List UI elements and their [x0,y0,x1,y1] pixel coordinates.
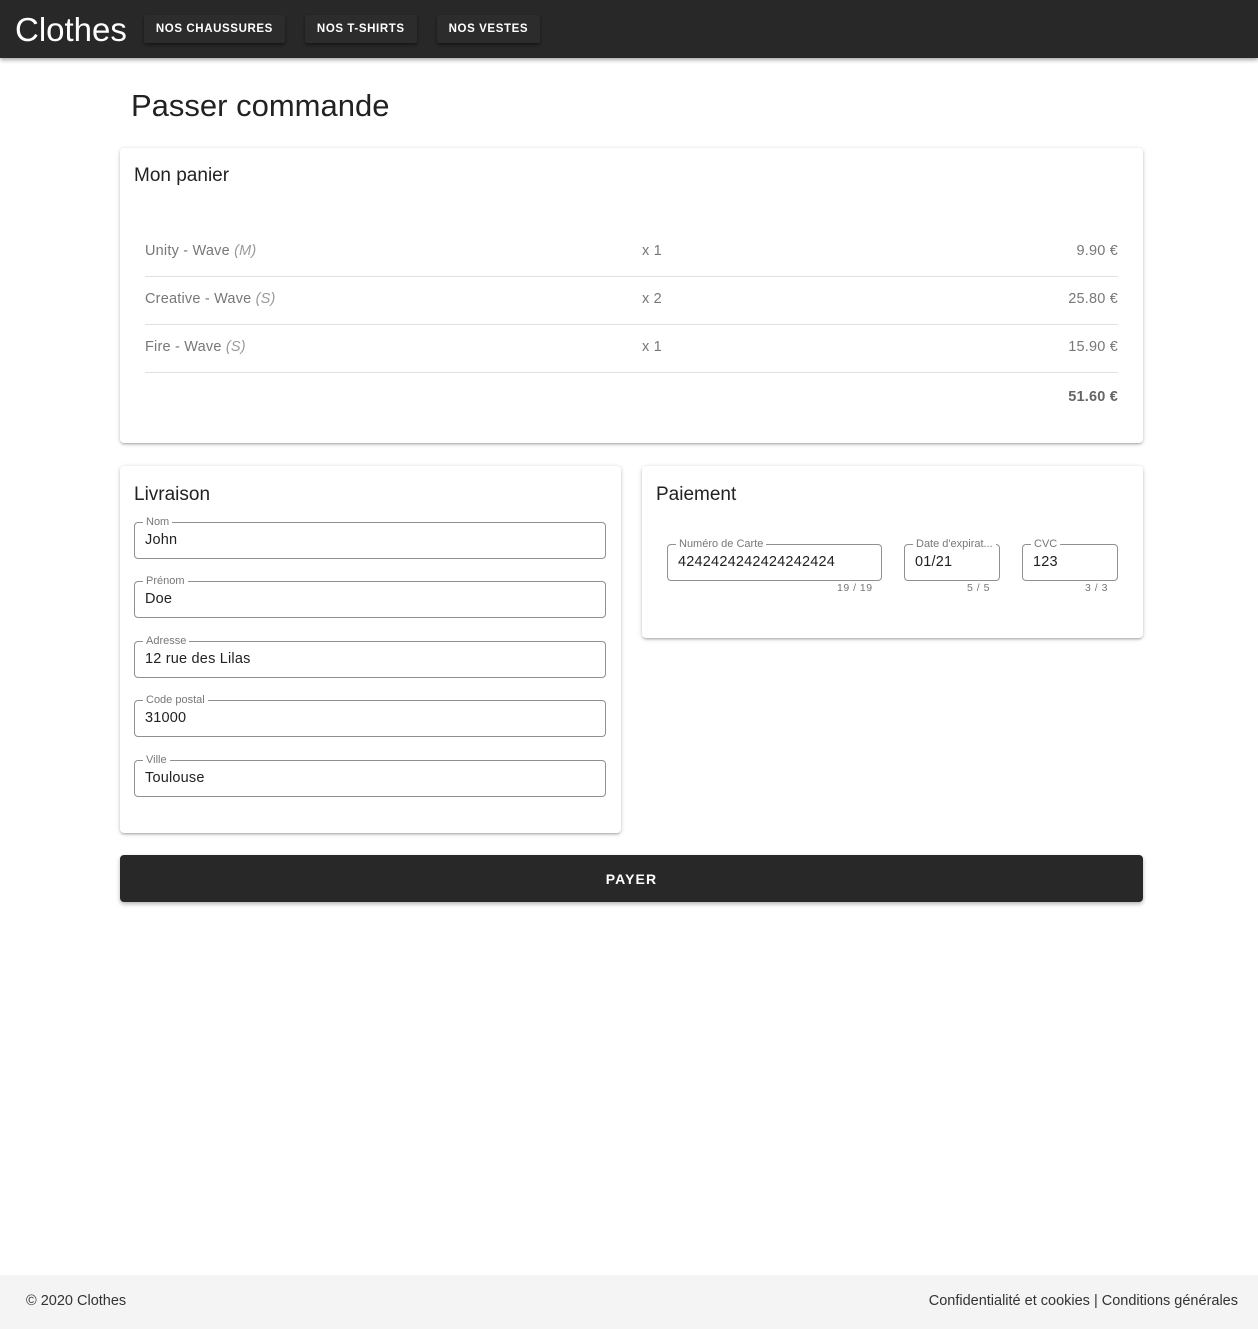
privacy-link[interactable]: Confidentialité et cookies [929,1293,1090,1309]
item-name: Fire - Wave (S) [145,339,246,355]
expiry-date-field[interactable]: Date d'expirat... 01/21 [904,537,1000,581]
field-value[interactable]: 01/21 [915,554,952,570]
field-label: Prénom [143,574,188,588]
cart-card: Mon panier Unity - Wave (M) x 1 9.90 € C… [120,148,1143,443]
payment-title: Paiement [656,484,737,505]
card-number-field[interactable]: Numéro de Carte 4242424242424242424 [667,537,882,581]
expiry-date-counter: 5 / 5 [967,582,990,594]
item-price: 25.80 € [1068,291,1118,307]
delivery-title: Livraison [134,484,211,505]
cart-title: Mon panier [134,165,230,186]
field-label: Code postal [143,693,208,707]
cart-row: Fire - Wave (S) x 1 15.90 € [145,325,1118,373]
page-title: Passer commande [131,88,390,123]
field-value[interactable]: 123 [1033,554,1058,570]
nav-tshirts-button[interactable]: NOS T-SHIRTS [304,15,417,43]
brand-logo[interactable]: Clothes [15,13,127,46]
cvc-field[interactable]: CVC 123 [1022,537,1118,581]
city-field[interactable]: Ville Toulouse [134,753,606,797]
payment-card: Paiement Numéro de Carte 424242424242424… [642,466,1143,638]
field-value[interactable]: 31000 [145,710,186,726]
field-label: Adresse [143,634,190,648]
field-value[interactable]: John [145,532,177,548]
item-size: (M) [234,243,257,259]
pay-button[interactable]: PAYER [120,855,1143,902]
item-name: Creative - Wave (S) [145,291,276,307]
cart-total: 51.60 € [1068,389,1118,405]
field-value[interactable]: Toulouse [145,770,205,786]
delivery-card: Livraison Nom John Prénom Doe Adresse 12… [120,466,621,833]
item-size: (S) [225,339,246,355]
cvc-counter: 3 / 3 [1085,582,1108,594]
field-value[interactable]: 4242424242424242424 [678,554,835,570]
copyright-text: © 2020 Clothes [26,1293,127,1309]
item-price: 9.90 € [1076,243,1118,259]
item-quantity: x 1 [642,243,662,259]
nav-jackets-button[interactable]: NOS VESTES [436,15,541,43]
item-name: Unity - Wave (M) [145,243,257,259]
cart-table: Unity - Wave (M) x 1 9.90 € Creative - W… [145,229,1118,405]
field-label: Numéro de Carte [676,537,767,551]
last-name-field[interactable]: Nom John [134,515,606,559]
first-name-field[interactable]: Prénom Doe [134,574,606,618]
item-quantity: x 1 [642,339,662,355]
field-label: Nom [143,515,173,529]
footer: © 2020 Clothes Confidentialité et cookie… [0,1275,1258,1329]
item-price: 15.90 € [1068,339,1118,355]
cart-row: Creative - Wave (S) x 2 25.80 € [145,277,1118,325]
item-quantity: x 2 [642,291,662,307]
item-size: (S) [255,291,276,307]
footer-links: Confidentialité et cookies | Conditions … [929,1293,1238,1309]
cart-row: Unity - Wave (M) x 1 9.90 € [145,229,1118,277]
address-field[interactable]: Adresse 12 rue des Lilas [134,634,606,678]
footer-separator: | [1089,1293,1102,1309]
field-value[interactable]: Doe [145,591,172,607]
app-bar: Clothes NOS CHAUSSURES NOS T-SHIRTS NOS … [0,0,1258,58]
postal-code-field[interactable]: Code postal 31000 [134,693,606,737]
field-label: Ville [143,753,170,767]
field-label: Date d'expirat... [913,537,996,551]
card-number-counter: 19 / 19 [837,582,873,594]
terms-link[interactable]: Conditions générales [1102,1293,1238,1309]
nav-shoes-button[interactable]: NOS CHAUSSURES [143,15,285,43]
field-label: CVC [1031,537,1061,551]
field-value[interactable]: 12 rue des Lilas [145,651,251,667]
